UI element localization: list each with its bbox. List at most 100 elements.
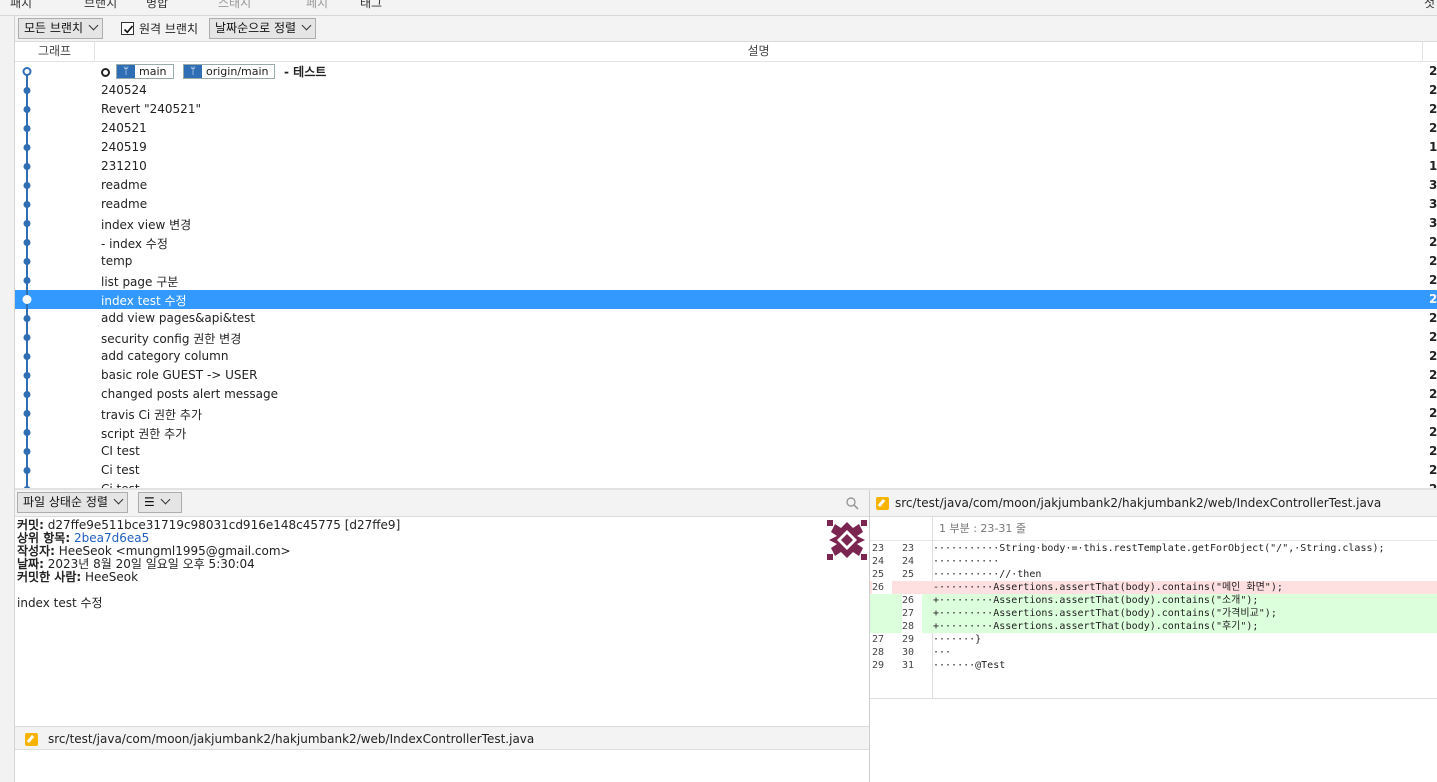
diff-code: +·········Assertions.assertThat(body).co… (933, 608, 1277, 619)
menu-stash[interactable]: 스태시 (218, 0, 251, 11)
menu-first[interactable]: 첫 (1424, 0, 1435, 11)
graph-column-header[interactable]: 그래프 (15, 42, 95, 61)
commit-row[interactable]: CI test 2 (15, 442, 1437, 461)
hunk-header[interactable]: 1 부분 : 23-31 줄 (932, 517, 1437, 541)
diff-code: +·········Assertions.assertThat(body).co… (933, 621, 1259, 632)
view-mode-dropdown[interactable]: ☰ (138, 492, 182, 513)
commit-date: 2 (1429, 349, 1437, 363)
commit-row[interactable]: travis Ci 권한 추가 2 (15, 404, 1437, 423)
branch-filter-label: 모든 브랜치 (24, 21, 84, 35)
commit-date: 2 (1429, 102, 1437, 116)
branch-tag-label: origin/main (206, 65, 269, 78)
menu-merge[interactable]: 병합 (146, 0, 168, 11)
branch-tag-origin-main[interactable]: ᛘ origin/main (183, 64, 275, 79)
commit-date: 2 (1429, 254, 1437, 268)
commit-row[interactable]: security config 권한 변경 2 (15, 328, 1437, 347)
diff-line[interactable]: 26 -·········Assertions.assertThat(body).… (870, 581, 1437, 594)
branch-filter-dropdown[interactable]: 모든 브랜치 (18, 18, 104, 39)
commit-row[interactable]: index test 수정 2 (15, 290, 1437, 309)
commit-message: readme (101, 197, 148, 211)
file-sort-dropdown[interactable]: 파일 상태순 정렬 (17, 492, 128, 513)
commit-row[interactable]: basic role GUEST -> USER 2 (15, 366, 1437, 385)
commit-row[interactable]: add view pages&api&test 2 (15, 309, 1437, 328)
menu-patch[interactable]: 패치 (10, 0, 32, 11)
menu-tag[interactable]: 태그 (360, 0, 382, 11)
branch-tag-main[interactable]: ᛘ main (116, 64, 174, 79)
diff-line[interactable]: 24 24 ··········· (870, 555, 1437, 568)
commit-date: 2 (1429, 368, 1437, 382)
commit-row[interactable]: temp 2 (15, 252, 1437, 271)
old-line-number: 23 (872, 543, 885, 554)
commit-row[interactable]: 240524 2 (15, 81, 1437, 100)
commit-row[interactable]: 231210 1 (15, 157, 1437, 176)
sort-label: 날짜순으로 정렬 (215, 21, 297, 35)
commit-row[interactable]: list page 구분 2 (15, 271, 1437, 290)
new-line-number: 23 (902, 543, 915, 554)
check-icon (123, 25, 134, 34)
remote-branches-checkbox[interactable] (121, 22, 134, 35)
description-column-header[interactable]: 설명 (95, 42, 1423, 61)
date-label: 날짜: (17, 557, 44, 571)
sort-dropdown[interactable]: 날짜순으로 정렬 (209, 18, 317, 39)
commit-row[interactable]: 240519 1 (15, 138, 1437, 157)
commit-row[interactable]: 240521 2 (15, 119, 1437, 138)
branch-icon: ᛘ (117, 65, 135, 78)
commit-message: travis Ci 권한 추가 (101, 408, 202, 422)
diff-line[interactable]: 27 29 ·······} (870, 633, 1437, 646)
commit-row[interactable]: Revert "240521" 2 (15, 100, 1437, 119)
chevron-down-icon (113, 494, 124, 505)
commit-row-head[interactable]: ᛘ main ᛘ origin/main - 테스트 2 (15, 62, 1437, 81)
commit-row[interactable]: changed posts alert message 2 (15, 385, 1437, 404)
diff-line[interactable]: 25 25 ···········//·then (870, 568, 1437, 581)
commit-date: 2 (1429, 83, 1437, 97)
diff-code: ·······@Test (933, 660, 1006, 671)
commit-message: security config 권한 변경 (101, 332, 242, 346)
search-icon[interactable] (846, 497, 859, 510)
diff-content[interactable]: 23 23 ···········String·body·=·this.restTe… (870, 541, 1437, 699)
commit-detail-pane: 파일 상태순 정렬 ☰ 커밋: d27ffe9e511bce31719c9803… (15, 490, 870, 782)
parent-hash-link[interactable]: 2bea7d6ea5 (74, 531, 149, 545)
diff-line[interactable]: 29 31 ·······@Test (870, 659, 1437, 672)
diff-line[interactable]: 27 +·········Assertions.assertThat(body).… (870, 607, 1437, 620)
commit-message: add category column (101, 349, 229, 363)
modified-file-icon (876, 497, 889, 510)
commit-message: 240521 (101, 121, 147, 135)
commit-message: script 권한 추가 (101, 427, 187, 441)
commit-row[interactable]: readme 3 (15, 176, 1437, 195)
new-line-number: 24 (902, 556, 915, 567)
new-line-number: 28 (902, 620, 922, 633)
diff-line[interactable]: 28 +·········Assertions.assertThat(body).… (870, 620, 1437, 633)
diff-line[interactable]: 28 30 ··· (870, 646, 1437, 659)
commit-row[interactable]: readme 3 (15, 195, 1437, 214)
branch-icon: ᛘ (184, 65, 202, 78)
commit-row[interactable]: add category column 2 (15, 347, 1437, 366)
commit-date: 2 (1429, 406, 1437, 420)
avatar (827, 520, 867, 560)
commit-row[interactable]: Ci test2 (15, 480, 1437, 488)
commit-row[interactable]: index view 변경 3 (15, 214, 1437, 233)
changed-file-item[interactable]: src/test/java/com/moon/jakjumbank2/hakju… (15, 726, 869, 750)
diff-line[interactable]: 23 23 ···········String·body·=·this.restTe… (870, 542, 1437, 555)
commit-row[interactable]: Ci test2 (15, 461, 1437, 480)
new-line-number: 30 (902, 647, 915, 658)
commit-date: 2 (1429, 330, 1437, 344)
commit-label: 커밋: (17, 518, 44, 532)
new-line-number: 27 (902, 607, 922, 620)
old-line-number: 26 (872, 581, 892, 594)
commit-date: 2 (1429, 387, 1437, 401)
menu-branch[interactable]: 브랜치 (84, 0, 117, 11)
hunk-gutter (870, 517, 932, 541)
working-copy-icon (101, 68, 110, 77)
chevron-down-icon (88, 20, 99, 31)
commit-row[interactable]: - index 수정 2 (15, 233, 1437, 252)
diff-code: ··········· (933, 556, 1000, 567)
menu-fetch[interactable]: 페치 (306, 0, 328, 11)
old-line-number: 24 (872, 556, 885, 567)
commit-row[interactable]: script 권한 추가 2 (15, 423, 1437, 442)
file-toolbar: 파일 상태순 정렬 ☰ (15, 490, 869, 517)
diff-code: +·········Assertions.assertThat(body).co… (933, 595, 1259, 606)
diff-line[interactable]: 26 +·········Assertions.assertThat(body).… (870, 594, 1437, 607)
top-menu-bar: 패치 브랜치 병합 스태시 페치 태그 첫 (0, 0, 1437, 16)
commit-message: add view pages&api&test (101, 311, 256, 325)
committer-value: HeeSeok (85, 570, 139, 584)
